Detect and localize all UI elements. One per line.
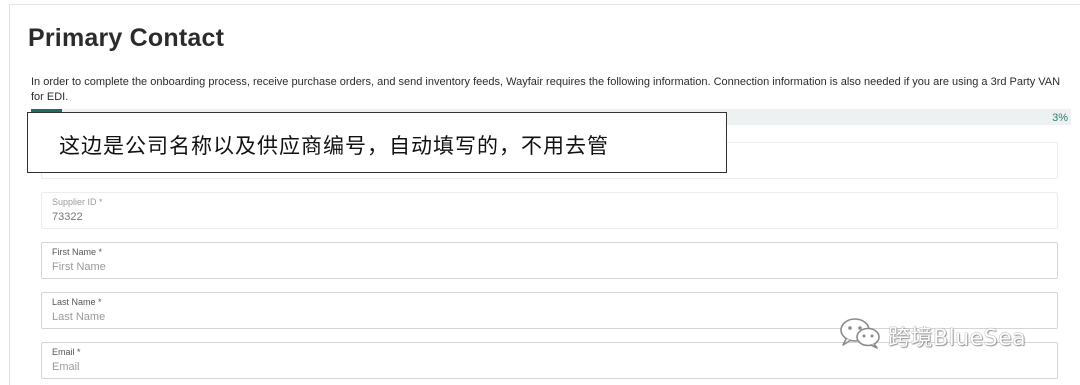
first-name-label: First Name *: [52, 247, 103, 257]
annotation-text: 这边是公司名称以及供应商编号，自动填写的，不用去管: [59, 134, 609, 158]
watermark: 跨境BlueSea: [838, 316, 1026, 355]
email-input[interactable]: [52, 361, 1032, 373]
intro-text: In order to complete the onboarding proc…: [31, 76, 1061, 103]
wechat-icon: [838, 316, 882, 355]
progress-percent: 3%: [1052, 112, 1068, 124]
watermark-text: 跨境BlueSea: [888, 325, 1027, 351]
last-name-label: Last Name *: [52, 297, 102, 307]
supplier-id-field: Supplier ID * 73322: [41, 192, 1058, 229]
page-title: Primary Contact: [28, 24, 225, 52]
supplier-id-value: 73322: [52, 211, 83, 223]
annotation-callout: 这边是公司名称以及供应商编号，自动填写的，不用去管: [27, 112, 727, 173]
first-name-input[interactable]: [52, 261, 1032, 273]
first-name-field[interactable]: First Name *: [41, 242, 1058, 279]
supplier-id-label: Supplier ID *: [52, 197, 103, 207]
email-label: Email *: [52, 347, 81, 357]
